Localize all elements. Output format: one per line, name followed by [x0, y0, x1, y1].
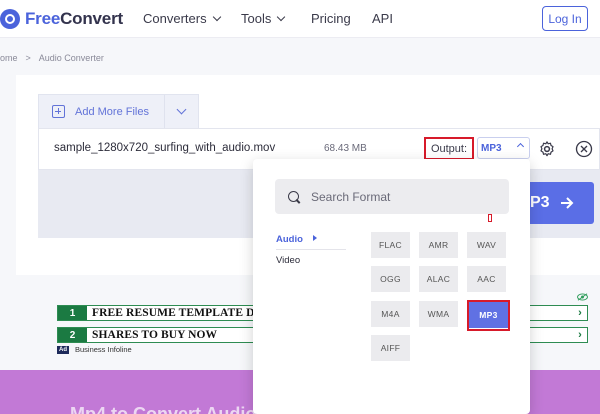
- close-icon[interactable]: [575, 140, 593, 158]
- format-option-wav[interactable]: WAV: [467, 232, 506, 258]
- chevron-right-icon: ›: [578, 307, 582, 319]
- file-name: sample_1280x720_surfing_with_audio.mov: [54, 142, 276, 154]
- adchoices-icon[interactable]: [577, 293, 588, 301]
- chevron-down-icon: [176, 104, 187, 115]
- chevron-down-icon: [277, 12, 286, 21]
- add-source-dropdown[interactable]: [165, 104, 198, 115]
- format-option-aiff[interactable]: AIFF: [371, 335, 410, 361]
- caret-right-icon: [312, 235, 317, 241]
- chevron-up-icon: [516, 142, 525, 151]
- category-audio-label: Audio: [276, 234, 303, 245]
- file-size: 68.43 MB: [324, 143, 367, 154]
- nav-api[interactable]: API: [372, 11, 393, 26]
- breadcrumb-home[interactable]: ome: [0, 53, 18, 63]
- add-more-files-label: Add More Files: [75, 105, 149, 118]
- format-option-aac[interactable]: AAC: [467, 266, 506, 292]
- output-format-value: MP3: [481, 142, 502, 154]
- nav-tools-label: Tools: [241, 11, 272, 26]
- format-option-flac[interactable]: FLAC: [371, 232, 410, 258]
- nav-converters[interactable]: Converters: [143, 11, 221, 26]
- site-header: FreeConvert Converters Tools Pricing API…: [0, 0, 600, 38]
- add-file-icon: [52, 105, 65, 118]
- category-divider: [276, 249, 346, 250]
- ad-number: 1: [58, 306, 87, 320]
- format-option-ogg[interactable]: OGG: [371, 266, 410, 292]
- logo-text: FreeConvert: [25, 9, 123, 28]
- format-option-alac[interactable]: ALAC: [419, 266, 458, 292]
- nav-pricing-label: Pricing: [311, 11, 351, 26]
- format-option-wma[interactable]: WMA: [419, 301, 458, 327]
- nav-converters-label: Converters: [143, 11, 207, 26]
- nav-api-label: API: [372, 11, 393, 26]
- gear-icon[interactable]: [538, 140, 556, 158]
- ad-tag: Ad: [57, 345, 69, 354]
- category-video[interactable]: Video: [276, 255, 300, 266]
- ad-brand-name: Business Infoline: [75, 345, 132, 354]
- nav-pricing[interactable]: Pricing: [311, 11, 351, 26]
- selected-format-highlight: [467, 300, 510, 331]
- ad-number: 2: [58, 328, 87, 342]
- add-more-files-group: Add More Files: [38, 94, 199, 128]
- login-button[interactable]: Log In: [542, 6, 588, 31]
- nav-tools[interactable]: Tools: [241, 11, 286, 26]
- format-option-amr[interactable]: AMR: [419, 232, 458, 258]
- category-video-label: Video: [276, 255, 301, 266]
- convert-button-label: P3: [530, 194, 550, 211]
- output-format-select[interactable]: MP3: [477, 137, 530, 159]
- chevron-down-icon: [212, 12, 221, 21]
- format-search-input[interactable]: Search Format: [275, 179, 509, 214]
- breadcrumb-current: Audio Converter: [38, 53, 104, 63]
- breadcrumb: ome > Audio Converter: [0, 53, 104, 63]
- logo-icon: [0, 9, 20, 29]
- ad-brand[interactable]: Ad Business Infoline: [57, 345, 132, 354]
- search-icon: [288, 191, 299, 202]
- highlight-marker: [488, 214, 492, 222]
- category-audio[interactable]: Audio: [276, 234, 317, 245]
- logo[interactable]: FreeConvert: [0, 9, 123, 29]
- search-placeholder: Search Format: [311, 189, 391, 204]
- arrow-right-icon: [560, 197, 573, 209]
- output-label: Output:: [424, 137, 474, 160]
- add-more-files-button[interactable]: Add More Files: [39, 95, 165, 128]
- format-option-m4a[interactable]: M4A: [371, 301, 410, 327]
- breadcrumb-separator: >: [25, 53, 31, 63]
- chevron-right-icon: ›: [578, 329, 582, 341]
